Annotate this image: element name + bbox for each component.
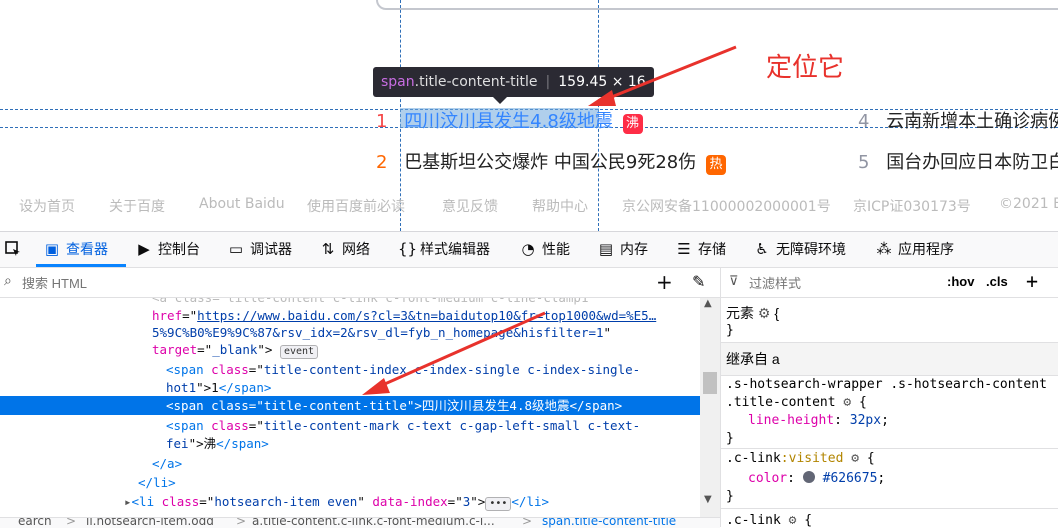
selector-text: .title-content [726,395,836,410]
breadcrumb-item-active[interactable]: span.title-content-title [542,518,676,528]
breadcrumb-separator: > [66,517,77,528]
rule-selector-continued[interactable]: .title-content ⚙ { [726,394,867,412]
rule-selector[interactable]: .c-link ⚙ { [726,512,812,527]
hotsearch-index: 4 [858,111,870,132]
devtools-panel: ▣ 查看器 ▶ 控制台 ▭ 调试器 ⇅ 网络 {} 样式编辑器 ◔ 性能 ▤ 内存 ☰ 存储 ♿… [0,231,1058,528]
breadcrumb-item[interactable]: li.hotsearch-item.odd [86,518,214,528]
tab-application[interactable]: ⁂ 应用程序 [876,232,955,267]
element-label: 元素 [726,305,754,321]
breadcrumb: earch > li.hotsearch-item.odd > a.title-… [0,517,720,528]
hot-badge-re: 热 [706,155,726,175]
hotsearch-item-4[interactable]: 4 云南新增本土确诊病例 [858,107,1058,133]
hot-badge-fei: 沸 [622,114,643,134]
hotsearch-title[interactable]: 国台办回应日本防卫白 [886,152,1058,173]
markup-scrollbar-thumb[interactable] [703,372,717,394]
rule-selector[interactable]: .c-link:visited ⚙ { [726,450,875,468]
hotsearch-item-5[interactable]: 5 国台办回应日本防卫白 [858,148,1058,174]
cls-toggle[interactable]: .cls [986,274,1008,289]
tab-label: 应用程序 [898,242,954,258]
footer-copyright: ©2021 B [999,196,1058,212]
inherited-header: 继承自 a [726,351,780,367]
markup-scrollbar[interactable] [700,298,720,527]
rules-panel: ⊽ :hov .cls + 元素 ⚙ { } 继承自 a .s-hotsearc… [721,268,1058,527]
property-value[interactable]: 32px [850,413,881,428]
selector-text: .c-link [726,513,781,527]
hotsearch-title[interactable]: 云南新增本土确诊病例 [886,111,1058,132]
tab-accessibility[interactable]: ♿ 无障碍环境 [754,232,846,267]
element-rule[interactable]: 元素 ⚙ { [726,304,779,322]
hotsearch-title[interactable]: 四川汶川县发生4.8级地震 [404,111,613,132]
filter-icon: ⊽ [729,274,739,289]
rule-close-brace: } [726,431,734,446]
hotsearch-item-1[interactable]: 1 四川汶川县发生4.8级地震 沸 [376,107,643,134]
rule-selector[interactable]: .s-hotsearch-wrapper .s-hotsearch-conten… [726,376,1047,394]
footer-link[interactable]: 意见反馈 [442,196,498,216]
gear-icon[interactable]: ⚙ [789,513,797,527]
gear-icon[interactable]: ⚙ [851,451,859,466]
scroll-up-icon[interactable]: ▲ [704,298,712,309]
property-name[interactable]: line-height [748,413,834,428]
scroll-down-icon[interactable]: ▼ [704,494,712,505]
add-rule-icon[interactable]: + [1026,269,1038,293]
property-name[interactable]: color [748,471,787,486]
footer-link[interactable]: 京ICP证030173号 [853,196,971,216]
application-icon: ⁂ [876,240,892,258]
selector-text: .c-link [726,451,781,466]
footer-link[interactable]: 帮助中心 [532,196,588,216]
filter-styles-input[interactable] [747,273,931,293]
rule-separator [721,448,1058,449]
gear-icon[interactable]: ⚙ [758,305,771,321]
hotsearch-item-2[interactable]: 2 巴基斯坦公交爆炸 中国公民9死28伤 热 [376,148,726,175]
hotsearch-index: 2 [376,152,388,173]
breadcrumb-item[interactable]: earch [18,518,52,528]
rule-declaration[interactable]: color: #626675; [748,470,885,488]
breadcrumb-separator: > [522,517,533,528]
rule-separator [721,297,1058,298]
pseudo-class: :visited [780,451,844,466]
tab-label: 无障碍环境 [776,242,846,258]
annotation-arrow-bottom [362,311,546,395]
rule-close-brace: } [726,489,734,504]
gear-icon[interactable]: ⚙ [843,395,851,410]
rule-close-brace: } [726,323,734,338]
footer-link[interactable]: About Baidu [199,196,285,212]
breadcrumb-item[interactable]: a.title-content.c-link.c-font-medium.c-l… [252,518,495,528]
rule-separator [721,508,1058,509]
footer-link[interactable]: 使用百度前必读 [307,196,405,216]
rule-declaration[interactable]: line-height: 32px; [748,412,889,430]
breadcrumb-separator: > [236,517,247,528]
footer-link[interactable]: 京公网安备11000002000001号 [622,196,831,216]
footer-link[interactable]: 设为首页 [19,196,75,216]
hov-toggle[interactable]: :hov [947,274,974,289]
property-value[interactable]: #626675 [823,471,878,486]
hotsearch-title[interactable]: 巴基斯坦公交爆炸 中国公民9死28伤 [404,152,696,173]
webpage-viewport: span.title-content-title | 159.45 × 16 定位它… [0,0,1058,231]
hotsearch-index: 1 [376,111,388,132]
color-swatch[interactable] [802,471,815,483]
accessibility-icon: ♿ [755,240,769,258]
hotsearch-index: 5 [858,152,870,173]
footer-link[interactable]: 关于百度 [109,196,165,216]
